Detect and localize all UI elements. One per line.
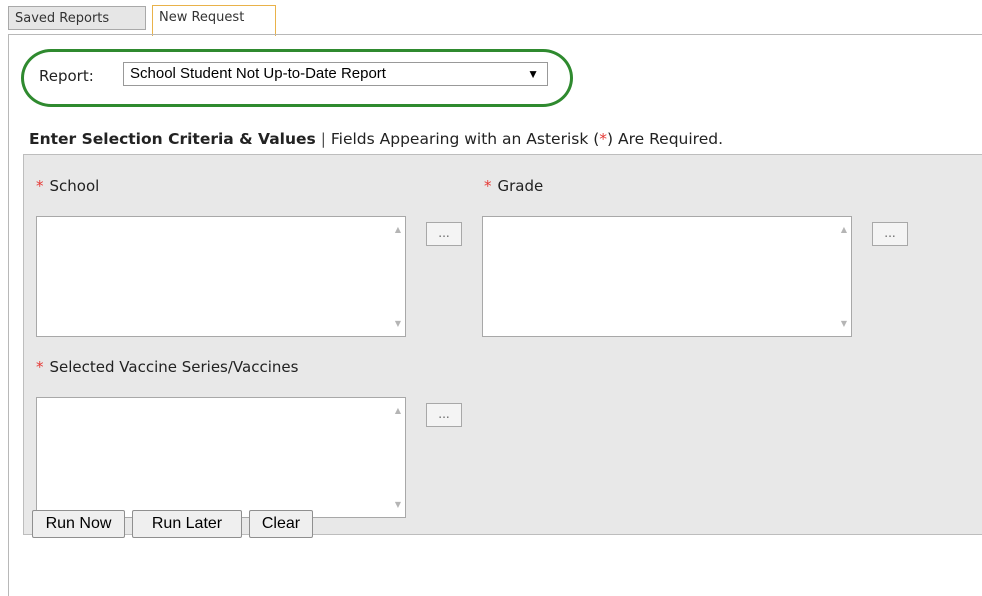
clear-button[interactable]: Clear (249, 510, 313, 538)
scroll-down-icon: ▼ (840, 319, 847, 328)
school-label: * School (36, 177, 99, 195)
dropdown-arrow-icon: ▼ (527, 67, 539, 81)
scroll-up-icon: ▲ (840, 225, 847, 234)
report-label: Report: (39, 67, 94, 85)
criteria-heading: Enter Selection Criteria & Values | Fiel… (29, 130, 723, 148)
scroll-down-icon: ▼ (394, 500, 401, 509)
vaccines-label-text: Selected Vaccine Series/Vaccines (49, 358, 299, 376)
scroll-up-icon: ▲ (394, 406, 401, 415)
school-required-mark: * (36, 177, 44, 195)
report-select[interactable]: School Student Not Up-to-Date Report ▼ (123, 62, 548, 86)
grade-label-text: Grade (497, 177, 544, 195)
criteria-note-star: * (599, 130, 608, 148)
tab-saved-reports[interactable]: Saved Reports (8, 6, 146, 30)
criteria-note-prefix: Fields Appearing with an Asterisk ( (330, 130, 600, 148)
criteria-title: Enter Selection Criteria & Values (29, 130, 316, 148)
criteria-separator: | (320, 130, 326, 148)
vaccines-picker-button[interactable]: ... (426, 403, 462, 427)
report-select-value: School Student Not Up-to-Date Report (130, 65, 386, 82)
grade-listbox[interactable]: ▲ ▼ (482, 216, 852, 337)
vaccines-listbox[interactable]: ▲ ▼ (36, 397, 406, 518)
vaccines-label: * Selected Vaccine Series/Vaccines (36, 358, 298, 376)
criteria-box: * School ▲ ▼ ... * Grade ▲ ▼ ... * Selected… (23, 154, 982, 535)
run-now-button[interactable]: Run Now (32, 510, 125, 538)
vaccines-required-mark: * (36, 358, 44, 376)
scroll-down-icon: ▼ (394, 319, 401, 328)
scroll-up-icon: ▲ (394, 225, 401, 234)
school-picker-button[interactable]: ... (426, 222, 462, 246)
grade-picker-button[interactable]: ... (872, 222, 908, 246)
school-listbox[interactable]: ▲ ▼ (36, 216, 406, 337)
grade-label: * Grade (484, 177, 543, 195)
run-later-button[interactable]: Run Later (132, 510, 242, 538)
criteria-note-suffix: ) Are Required. (607, 130, 724, 148)
tab-new-request[interactable]: New Request (152, 5, 276, 36)
grade-required-mark: * (484, 177, 492, 195)
report-selector-row: Report: School Student Not Up-to-Date Re… (21, 49, 573, 107)
school-label-text: School (49, 177, 100, 195)
